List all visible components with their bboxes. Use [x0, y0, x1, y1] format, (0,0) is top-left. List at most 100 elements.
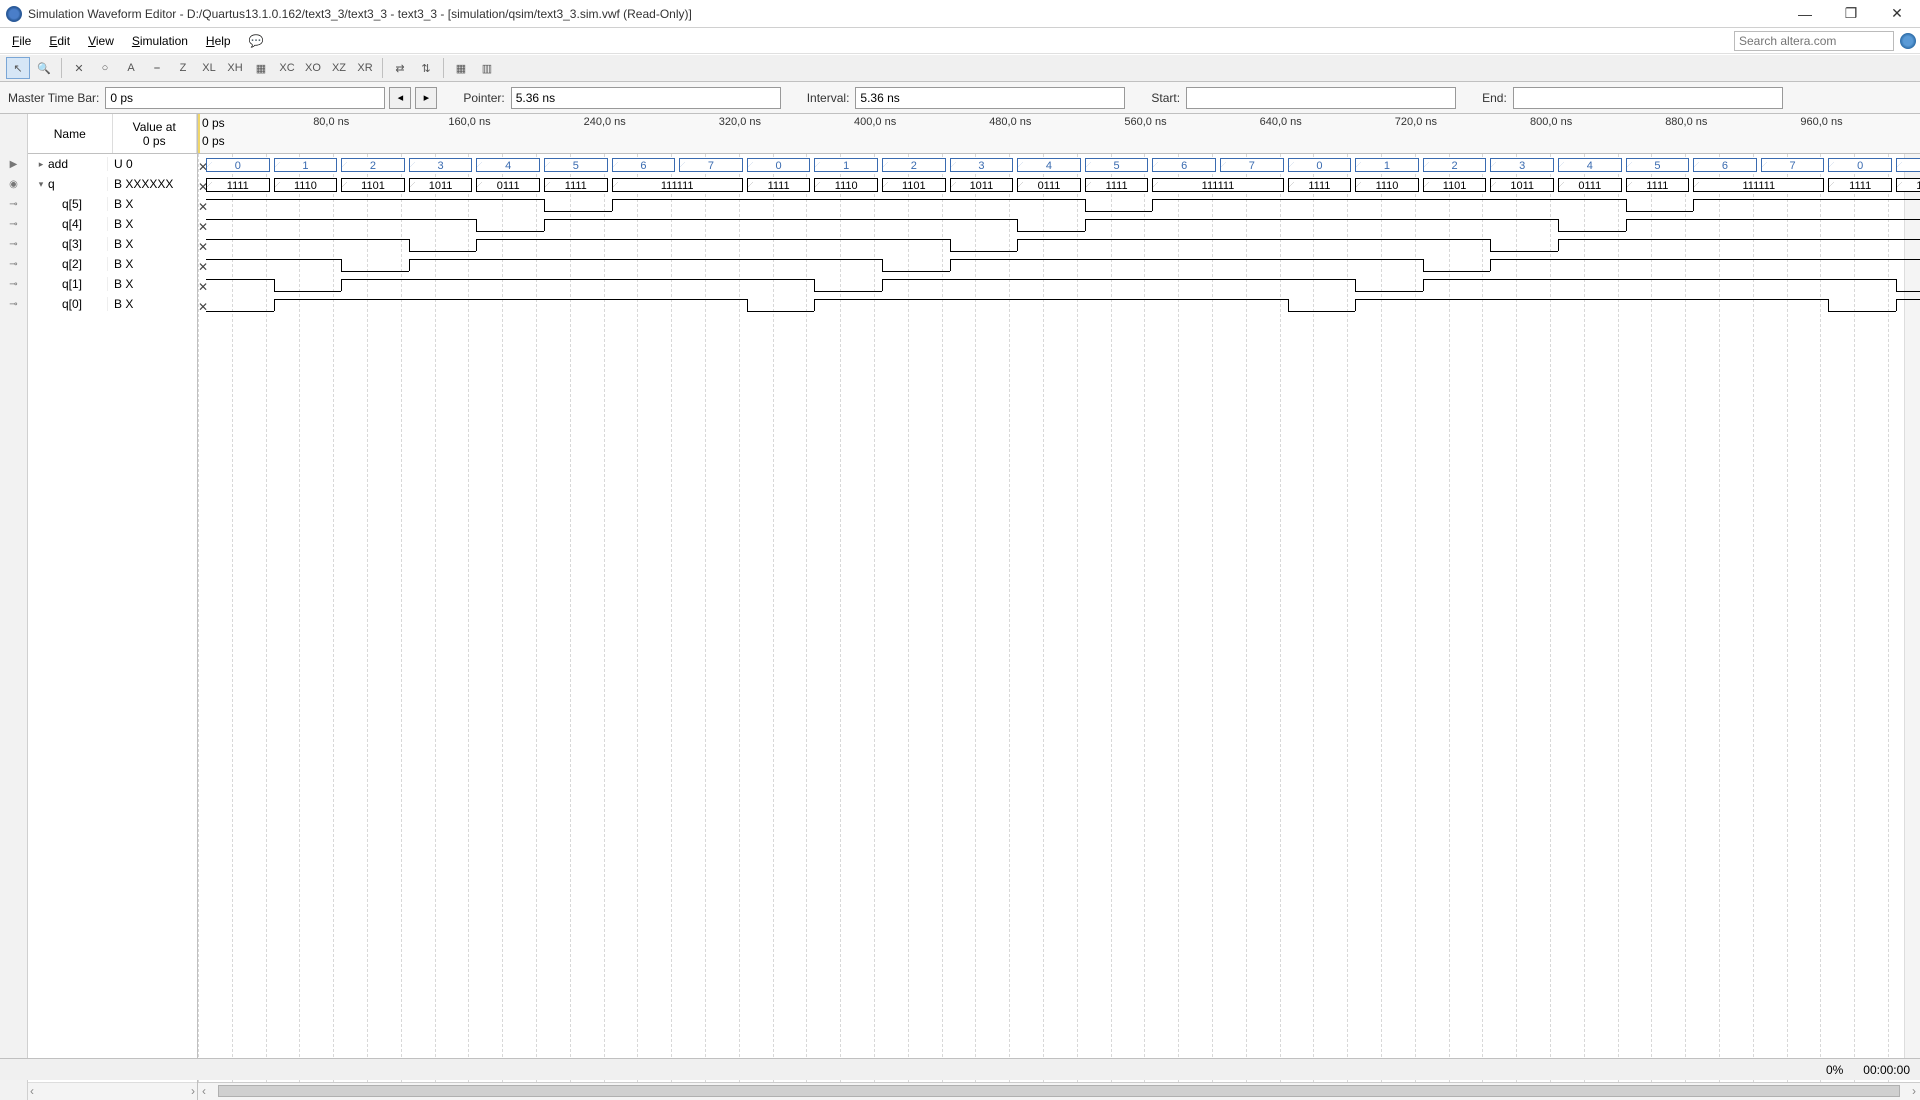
- globe-icon[interactable]: [1900, 33, 1916, 49]
- wave-row: ✕0123456701234567012345670123456701: [198, 156, 1920, 176]
- wave-row: ✕: [198, 196, 1920, 216]
- bus-segment: 3: [1490, 158, 1554, 172]
- ruler-tick: 480,0 ns: [989, 116, 1031, 128]
- ruler-tick: 880,0 ns: [1665, 116, 1707, 128]
- signal-name: q[5]: [62, 197, 82, 211]
- minimize-button[interactable]: —: [1782, 0, 1828, 28]
- pointer-tool-icon[interactable]: ↖: [6, 57, 30, 79]
- signal-panel: Name Value at 0 ps ▸addU 0▾qB XXXXXXq[5]…: [28, 114, 198, 1100]
- bus-segment: 6: [612, 158, 676, 172]
- tool-icon[interactable]: ⎯: [145, 57, 169, 79]
- bus-segment: 6: [1693, 158, 1757, 172]
- bus-segment: 1101: [882, 178, 946, 192]
- wave-hscroll[interactable]: [198, 1082, 1920, 1100]
- wave-hscroll-thumb[interactable]: [218, 1085, 1900, 1097]
- zoom-tool-icon[interactable]: 🔍: [32, 57, 56, 79]
- bus-segment: 0: [1288, 158, 1352, 172]
- waveform-area[interactable]: 0 ps 0 ps 80,0 ns160,0 ns240,0 ns320,0 n…: [198, 114, 1920, 1100]
- end-label: End:: [1482, 91, 1509, 105]
- signal-name: q[3]: [62, 237, 82, 251]
- tool-icon[interactable]: ✕: [67, 57, 91, 79]
- tool-icon[interactable]: XC: [275, 57, 299, 79]
- menu-feedback-icon[interactable]: 💬: [241, 32, 272, 50]
- bus-segment: 7: [1761, 158, 1825, 172]
- signal-row[interactable]: q[3] B X: [28, 234, 197, 254]
- menu-help[interactable]: Help: [198, 32, 239, 50]
- bus-segment: 1111: [747, 178, 811, 192]
- menu-simulation[interactable]: Simulation: [124, 32, 196, 50]
- signal-row[interactable]: q[1]B X: [28, 274, 197, 294]
- tool-icon[interactable]: XH: [223, 57, 247, 79]
- tool-icon[interactable]: XO: [301, 57, 325, 79]
- bus-segment: 1101: [1423, 178, 1487, 192]
- ruler-origin: 0 ps: [202, 116, 225, 130]
- ruler-tick: 960,0 ns: [1800, 116, 1842, 128]
- interval-input[interactable]: [855, 87, 1125, 109]
- window-titlebar: Simulation Waveform Editor - D:/Quartus1…: [0, 0, 1920, 28]
- bus-segment: 1111: [206, 178, 270, 192]
- tool-icon[interactable]: ▥: [475, 57, 499, 79]
- tool-icon[interactable]: ○: [93, 57, 117, 79]
- tool-icon[interactable]: A: [119, 57, 143, 79]
- signal-row[interactable]: q[4]B X: [28, 214, 197, 234]
- signal-row[interactable]: ▸add U 0: [28, 154, 197, 174]
- waveform-canvas[interactable]: ✕0123456701234567012345670123456701✕1111…: [198, 154, 1920, 1082]
- bus-segment: 0: [1828, 158, 1892, 172]
- name-column-header[interactable]: Name: [28, 114, 113, 153]
- signal-row[interactable]: q[0]B X: [28, 294, 197, 314]
- tool-icon[interactable]: Z: [171, 57, 195, 79]
- ruler-tick: 400,0 ns: [854, 116, 896, 128]
- signal-bit-icon: ⊸: [0, 274, 27, 294]
- tool-icon[interactable]: ⇄: [388, 57, 412, 79]
- end-input[interactable]: [1513, 87, 1783, 109]
- tool-icon[interactable]: ⇅: [414, 57, 438, 79]
- search-input[interactable]: [1734, 31, 1894, 51]
- menu-view[interactable]: View: [80, 32, 122, 50]
- signal-panel-hscroll[interactable]: [28, 1082, 197, 1100]
- bus-segment: 7: [1220, 158, 1284, 172]
- bus-segment: 0: [206, 158, 270, 172]
- ruler-tick: 800,0 ns: [1530, 116, 1572, 128]
- tool-icon[interactable]: XR: [353, 57, 377, 79]
- signal-input-icon: ▶: [0, 154, 27, 174]
- signal-name: add: [48, 157, 68, 171]
- master-time-input[interactable]: [105, 87, 385, 109]
- time-cursor[interactable]: [198, 114, 200, 153]
- bus-segment: 1011: [409, 178, 473, 192]
- wave-row: ✕: [198, 236, 1920, 256]
- start-input[interactable]: [1186, 87, 1456, 109]
- tool-icon[interactable]: ▦: [249, 57, 273, 79]
- time-ruler[interactable]: 0 ps 0 ps 80,0 ns160,0 ns240,0 ns320,0 n…: [198, 114, 1920, 154]
- tool-icon[interactable]: ▦: [449, 57, 473, 79]
- tool-icon[interactable]: XL: [197, 57, 221, 79]
- expand-icon[interactable]: ▸: [36, 159, 46, 170]
- bus-segment: 1111: [1626, 178, 1690, 192]
- bus-segment: 0111: [1017, 178, 1081, 192]
- signal-row[interactable]: q[5]B X: [28, 194, 197, 214]
- time-next-button[interactable]: ▸: [415, 87, 437, 109]
- signal-bit-icon: ⊸: [0, 194, 27, 214]
- menu-file[interactable]: File: [4, 32, 39, 50]
- bus-segment: 4: [476, 158, 540, 172]
- signal-type-icon-column: ▶ ◉ ⊸ ⊸ ⊸ ⊸ ⊸ ⊸: [0, 114, 28, 1100]
- wave-row: ✕: [198, 256, 1920, 276]
- tool-icon[interactable]: XZ: [327, 57, 351, 79]
- close-button[interactable]: ✕: [1874, 0, 1920, 28]
- signal-row[interactable]: q[2]B X: [28, 254, 197, 274]
- time-prev-button[interactable]: ◂: [389, 87, 411, 109]
- menu-edit[interactable]: Edit: [41, 32, 78, 50]
- signal-value: U 0: [108, 157, 197, 171]
- bus-segment: 111111: [1152, 178, 1283, 192]
- signal-value: B X: [108, 297, 197, 311]
- signal-row[interactable]: ▾qB XXXXXX: [28, 174, 197, 194]
- signal-value: B X: [108, 237, 197, 251]
- expand-icon[interactable]: ▾: [36, 179, 46, 190]
- master-time-label: Master Time Bar:: [8, 91, 101, 105]
- value-column-header[interactable]: Value at 0 ps: [113, 114, 198, 153]
- menu-bar: File Edit View Simulation Help 💬: [0, 28, 1920, 54]
- interval-label: Interval:: [807, 91, 852, 105]
- pointer-input[interactable]: [511, 87, 781, 109]
- maximize-button[interactable]: ❐: [1828, 0, 1874, 28]
- signal-name: q[1]: [62, 277, 82, 291]
- bus-segment: 2: [341, 158, 405, 172]
